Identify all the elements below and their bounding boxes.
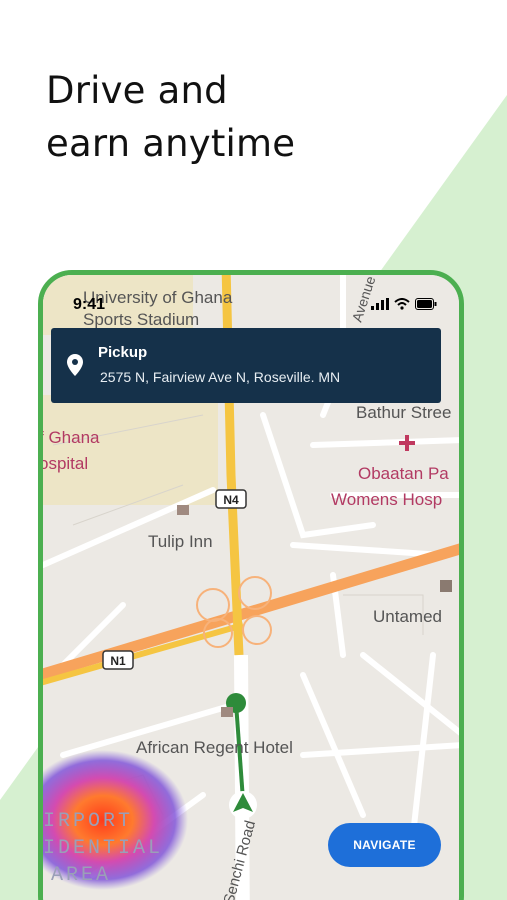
pickup-card[interactable]: Pickup 2575 N, Fairview Ave N, Roseville… (51, 328, 441, 403)
status-icons (371, 297, 437, 311)
headline: Drive and earn anytime (46, 64, 295, 170)
label-untamed: Untamed (373, 607, 442, 626)
label-stadium-1: University of Ghana (83, 288, 233, 307)
battery-icon (415, 298, 437, 310)
label-airport-1: IRPORT (43, 810, 133, 833)
label-obaatan-1: Obaatan Pa (358, 464, 449, 483)
label-african-regent: African Regent Hotel (136, 738, 293, 757)
wifi-icon (394, 298, 410, 310)
location-pin-icon (67, 354, 83, 376)
label-airport-2: IDENTIAL (43, 837, 163, 860)
headline-line-1: Drive and (46, 69, 228, 112)
pickup-address: 2575 N, Fairview Ave N, Roseville. MN (100, 369, 341, 385)
pickup-title: Pickup (98, 344, 148, 361)
label-tulip-inn: Tulip Inn (148, 532, 213, 551)
headline-line-2: earn anytime (46, 122, 296, 165)
status-time: 9:41 (73, 296, 106, 313)
hotel-icon (221, 707, 233, 717)
navigate-button[interactable]: NAVIGATE (328, 823, 441, 867)
label-airport-3: AREA (51, 864, 111, 887)
label-hospital-1: f Ghana (43, 428, 100, 447)
museum-icon (440, 580, 452, 592)
n1-shield-label: N1 (110, 654, 126, 668)
label-hospital-2: ospital (43, 454, 88, 473)
n4-shield-label: N4 (223, 493, 239, 507)
label-bathur-street: Bathur Stree (356, 403, 451, 422)
hotel-icon (177, 505, 189, 515)
phone-frame: N4 N1 University of Ghana Sports Stadium… (38, 270, 464, 900)
label-obaatan-2: Womens Hosp (331, 490, 442, 509)
signal-icon (371, 298, 389, 310)
